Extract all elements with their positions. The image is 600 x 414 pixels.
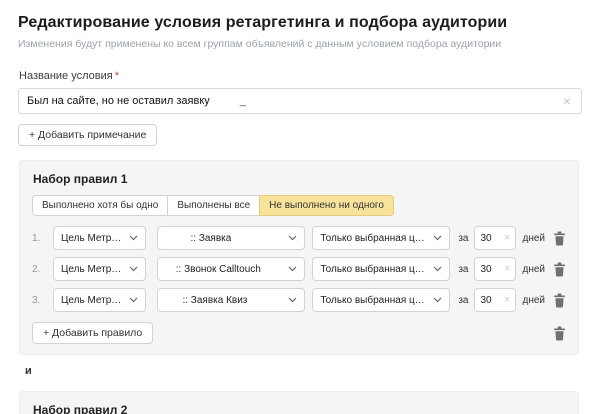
page-title: Редактирование условия ретаргетинга и по… <box>18 14 508 31</box>
rule-number: 2. <box>32 263 41 275</box>
rule-number: 3. <box>32 294 41 306</box>
condition-name-value: Был на сайте, но не оставил заявку <box>27 95 210 107</box>
clear-days-icon[interactable]: × <box>504 263 510 275</box>
period-suffix: дней <box>522 232 545 244</box>
tab-all-fulfilled[interactable]: Выполнены все <box>167 195 261 216</box>
ruleset-panel-2: Набор правил 2 Выполнено хотя бы одно Вы… <box>19 391 579 414</box>
rule-kind-select[interactable]: Цель Метрики <box>53 257 146 281</box>
delete-ruleset-icon[interactable] <box>553 326 566 341</box>
rule-row: 3. Цель Метрики :: Заявка Квиз Только вы… <box>32 288 566 312</box>
rule-target-select[interactable]: :: Заявка Квиз <box>157 288 306 312</box>
rule-number: 1. <box>32 232 41 244</box>
chevron-down-icon <box>282 297 297 303</box>
chevron-down-icon <box>123 297 138 303</box>
period-prefix: за <box>458 294 469 306</box>
required-asterisk: * <box>114 70 119 82</box>
text-caret: _ <box>239 95 246 107</box>
ruleset-1-title: Набор правил 1 <box>33 172 128 186</box>
rule-scope-select[interactable]: Только выбранная цель <box>312 288 451 312</box>
period-suffix: дней <box>522 263 545 275</box>
tab-any-fulfilled[interactable]: Выполнено хотя бы одно <box>32 195 169 216</box>
rule-scope-select[interactable]: Только выбранная цель <box>312 257 451 281</box>
chevron-down-icon <box>427 266 442 272</box>
chevron-down-icon <box>282 266 297 272</box>
delete-rule-icon[interactable] <box>553 231 566 246</box>
period-days-input[interactable]: 30 × <box>474 226 517 250</box>
rule-row: 1. Цель Метрики :: Заявка Только выбранн… <box>32 226 566 250</box>
add-note-button[interactable]: + Добавить примечание <box>18 124 158 146</box>
period-days-input[interactable]: 30 × <box>474 257 517 281</box>
chevron-down-icon <box>427 297 442 303</box>
chevron-down-icon <box>123 235 138 241</box>
chevron-down-icon <box>427 235 442 241</box>
period-prefix: за <box>458 263 469 275</box>
ruleset-1-match-tabs: Выполнено хотя бы одно Выполнены все Не … <box>32 195 394 216</box>
condition-name-label: Название условия * <box>19 70 119 82</box>
period-suffix: дней <box>522 294 545 306</box>
clear-input-icon[interactable]: × <box>561 92 573 110</box>
rule-target-select[interactable]: :: Звонок Calltouch <box>157 257 306 281</box>
chevron-down-icon <box>282 235 297 241</box>
period-prefix: за <box>458 232 469 244</box>
clear-days-icon[interactable]: × <box>504 232 510 244</box>
page-subtitle: Изменения будут применены ко всем группа… <box>18 38 502 50</box>
ruleset-panel-1: Набор правил 1 Выполнено хотя бы одно Вы… <box>19 160 579 355</box>
rule-row: 2. Цель Метрики :: Звонок Calltouch Толь… <box>32 257 566 281</box>
delete-rule-icon[interactable] <box>553 293 566 308</box>
rule-target-select[interactable]: :: Заявка <box>157 226 306 250</box>
clear-days-icon[interactable]: × <box>504 294 510 306</box>
and-separator: и <box>25 365 32 377</box>
ruleset-1-footer: + Добавить правило <box>32 322 566 344</box>
chevron-down-icon <box>123 266 138 272</box>
condition-name-input[interactable]: Был на сайте, но не оставил заявку _ × <box>18 88 582 114</box>
ruleset-2-title: Набор правил 2 <box>33 403 128 414</box>
period-days-input[interactable]: 30 × <box>474 288 517 312</box>
add-rule-button[interactable]: + Добавить правило <box>32 322 154 344</box>
rule-kind-select[interactable]: Цель Метрики <box>53 288 146 312</box>
delete-rule-icon[interactable] <box>553 262 566 277</box>
tab-none-fulfilled[interactable]: Не выполнено ни одного <box>259 195 394 216</box>
rule-kind-select[interactable]: Цель Метрики <box>53 226 146 250</box>
retargeting-edit-page: Редактирование условия ретаргетинга и по… <box>0 0 600 414</box>
rule-scope-select[interactable]: Только выбранная цель <box>312 226 451 250</box>
